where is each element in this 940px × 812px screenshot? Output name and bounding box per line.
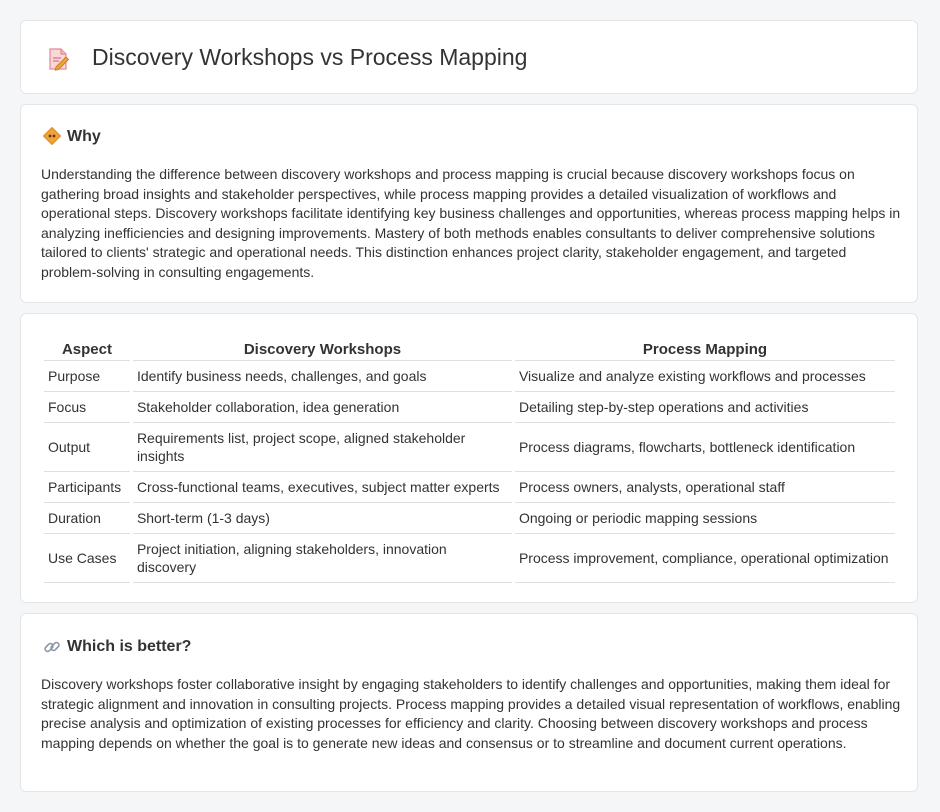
which-is-better-section: Which is better? Discovery workshops fos… — [20, 613, 918, 792]
page-title: Discovery Workshops vs Process Mapping — [92, 44, 528, 70]
header-process-mapping: Process Mapping — [514, 335, 895, 361]
title-card: Discovery Workshops vs Process Mapping — [20, 20, 918, 94]
comparison-table: Aspect Discovery Workshops Process Mappi… — [41, 335, 898, 583]
mapping-cell: Detailing step-by-step operations and ac… — [514, 392, 895, 423]
table-row: Purpose Identify business needs, challen… — [44, 361, 895, 392]
discovery-cell: Identify business needs, challenges, and… — [132, 361, 512, 392]
table-row: Use Cases Project initiation, aligning s… — [44, 534, 895, 583]
mapping-cell: Process improvement, compliance, operati… — [514, 534, 895, 583]
table-row: Duration Short-term (1-3 days) Ongoing o… — [44, 503, 895, 534]
comparison-section: Aspect Discovery Workshops Process Mappi… — [20, 313, 918, 603]
mapping-cell: Visualize and analyze existing workflows… — [514, 361, 895, 392]
aspect-cell: Output — [44, 423, 130, 472]
discovery-cell: Requirements list, project scope, aligne… — [132, 423, 512, 472]
header-aspect: Aspect — [44, 335, 130, 361]
which-is-better-text: Discovery workshops foster collaborative… — [41, 676, 901, 751]
discovery-cell: Short-term (1-3 days) — [132, 503, 512, 534]
table-header-row: Aspect Discovery Workshops Process Mappi… — [44, 335, 895, 361]
which-is-better-heading: Which is better? — [67, 638, 192, 655]
document-pencil-icon — [49, 48, 69, 71]
mapping-cell: Ongoing or periodic mapping sessions — [514, 503, 895, 534]
aspect-cell: Purpose — [44, 361, 130, 392]
discovery-cell: Cross-functional teams, executives, subj… — [132, 472, 512, 503]
why-heading: Why — [67, 128, 101, 145]
link-icon — [44, 641, 60, 653]
aspect-cell: Use Cases — [44, 534, 130, 583]
table-row: Output Requirements list, project scope,… — [44, 423, 895, 472]
aspect-cell: Participants — [44, 472, 130, 503]
header-discovery-workshops: Discovery Workshops — [132, 335, 512, 361]
diamond-sign-icon — [43, 127, 61, 145]
mapping-cell: Process diagrams, flowcharts, bottleneck… — [514, 423, 895, 472]
aspect-cell: Duration — [44, 503, 130, 534]
discovery-cell: Project initiation, aligning stakeholder… — [132, 534, 512, 583]
table-row: Participants Cross-functional teams, exe… — [44, 472, 895, 503]
why-section: Why Understanding the difference between… — [20, 104, 918, 303]
discovery-cell: Stakeholder collaboration, idea generati… — [132, 392, 512, 423]
why-text: Understanding the difference between dis… — [41, 166, 901, 280]
aspect-cell: Focus — [44, 392, 130, 423]
mapping-cell: Process owners, analysts, operational st… — [514, 472, 895, 503]
table-row: Focus Stakeholder collaboration, idea ge… — [44, 392, 895, 423]
